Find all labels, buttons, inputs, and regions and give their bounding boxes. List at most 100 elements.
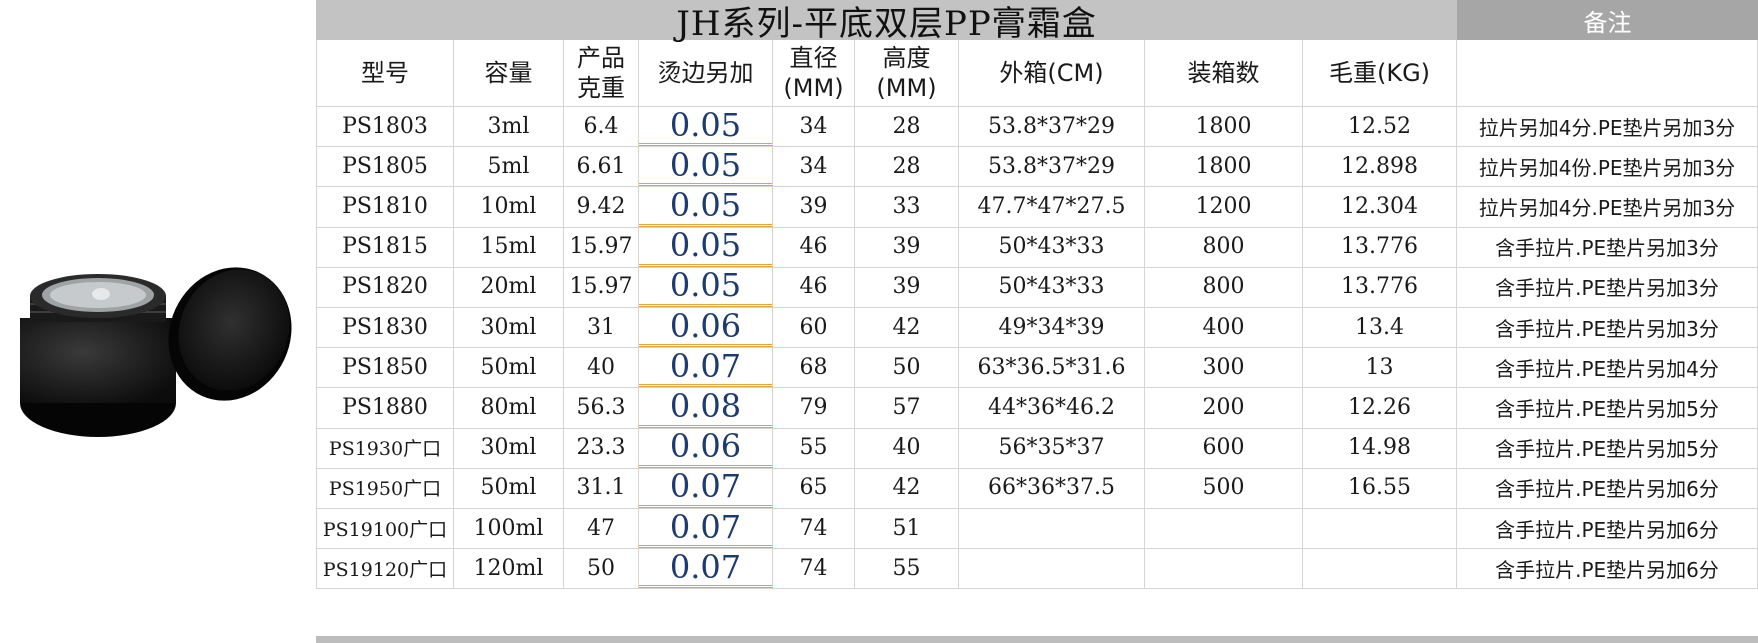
cell-hot-edge: 0.07 — [639, 508, 773, 549]
cell-weight: 31 — [564, 307, 639, 348]
cell-carton — [959, 548, 1145, 589]
cell-model: PS1950广口 — [316, 467, 454, 508]
cell-capacity: 100ml — [454, 508, 564, 549]
cell-model: PS1803 — [316, 106, 454, 147]
cell-gross: 13.4 — [1303, 307, 1457, 348]
table-row: PS1880 80ml 56.3 0.08 79 57 44*36*46.2 200 12.26… — [316, 387, 1758, 429]
table-row: PS1930广口 30ml 23.3 0.06 55 40 56*35*37 600 14.98… — [316, 427, 1758, 469]
cell-height: 50 — [855, 347, 959, 388]
cell-note: 含手拉片.PE垫片另加5分 — [1457, 427, 1758, 468]
cell-model: PS1810 — [316, 186, 454, 227]
cell-gross: 13 — [1303, 347, 1457, 388]
cell-weight: 31.1 — [564, 467, 639, 508]
header-capacity: 容量 — [454, 40, 564, 106]
cell-gross: 16.55 — [1303, 467, 1457, 508]
cell-diameter: 34 — [773, 146, 855, 187]
cell-weight: 6.61 — [564, 146, 639, 187]
cell-capacity: 3ml — [454, 106, 564, 147]
cell-diameter: 39 — [773, 186, 855, 227]
cell-gross: 13.776 — [1303, 266, 1457, 307]
cell-carton: 49*34*39 — [959, 307, 1145, 348]
cell-height: 57 — [855, 387, 959, 428]
cell-gross: 12.898 — [1303, 146, 1457, 187]
cell-weight: 40 — [564, 347, 639, 388]
cell-note: 拉片另加4分.PE垫片另加3分 — [1457, 106, 1758, 147]
cell-gross: 13.776 — [1303, 226, 1457, 267]
cell-capacity: 10ml — [454, 186, 564, 227]
cell-gross: 12.52 — [1303, 106, 1457, 147]
cell-height: 55 — [855, 548, 959, 589]
cell-qty: 400 — [1145, 307, 1303, 348]
cell-capacity: 80ml — [454, 387, 564, 428]
table-row: PS19100广口 100ml 47 0.07 74 51 含手拉片.PE垫片另加6分 — [316, 508, 1758, 550]
cell-hot-edge: 0.05 — [639, 146, 773, 187]
cell-diameter: 34 — [773, 106, 855, 147]
header-carton: 外箱(CM) — [959, 40, 1145, 106]
cell-model: PS1880 — [316, 387, 454, 428]
cell-carton: 47.7*47*27.5 — [959, 186, 1145, 227]
cell-weight: 15.97 — [564, 226, 639, 267]
cell-model: PS19100广口 — [316, 508, 454, 549]
cell-weight: 9.42 — [564, 186, 639, 227]
table-row: PS1815 15ml 15.97 0.05 46 39 50*43*33 800 13.776… — [316, 226, 1758, 268]
cell-qty: 200 — [1145, 387, 1303, 428]
cell-note: 含手拉片.PE垫片另加6分 — [1457, 467, 1758, 508]
table-row: PS1805 5ml 6.61 0.05 34 28 53.8*37*29 1800 12.89… — [316, 146, 1758, 188]
cell-qty: 800 — [1145, 266, 1303, 307]
cell-capacity: 50ml — [454, 467, 564, 508]
cell-weight: 50 — [564, 548, 639, 589]
cell-qty: 300 — [1145, 347, 1303, 388]
cell-carton: 50*43*33 — [959, 226, 1145, 267]
cell-weight: 47 — [564, 508, 639, 549]
table-row: PS1803 3ml 6.4 0.05 34 28 53.8*37*29 1800 12.52 拉… — [316, 106, 1758, 148]
product-photo — [20, 267, 292, 437]
cell-note: 含手拉片.PE垫片另加3分 — [1457, 307, 1758, 348]
cell-hot-edge: 0.05 — [639, 106, 773, 147]
cell-carton — [959, 508, 1145, 549]
cell-note: 含手拉片.PE垫片另加3分 — [1457, 266, 1758, 307]
cell-height: 42 — [855, 307, 959, 348]
cell-diameter: 46 — [773, 226, 855, 267]
cell-diameter: 68 — [773, 347, 855, 388]
cell-note: 拉片另加4份.PE垫片另加3分 — [1457, 146, 1758, 187]
cell-height: 39 — [855, 266, 959, 307]
cell-capacity: 120ml — [454, 548, 564, 589]
cell-qty: 1800 — [1145, 146, 1303, 187]
cell-qty: 1800 — [1145, 106, 1303, 147]
cell-gross — [1303, 508, 1457, 549]
cell-model: PS1930广口 — [316, 427, 454, 468]
cell-carton: 66*36*37.5 — [959, 467, 1145, 508]
cell-height: 42 — [855, 467, 959, 508]
cell-hot-edge: 0.06 — [639, 427, 773, 468]
cell-hot-edge: 0.05 — [639, 186, 773, 227]
cell-gross: 12.26 — [1303, 387, 1457, 428]
cell-diameter: 79 — [773, 387, 855, 428]
cell-gross — [1303, 548, 1457, 589]
cell-hot-edge: 0.07 — [639, 548, 773, 589]
cell-note: 含手拉片.PE垫片另加6分 — [1457, 508, 1758, 549]
header-height: 高度 (MM) — [855, 40, 959, 106]
cell-qty: 800 — [1145, 226, 1303, 267]
cell-qty: 1200 — [1145, 186, 1303, 227]
cell-height: 51 — [855, 508, 959, 549]
cell-height: 40 — [855, 427, 959, 468]
header-diameter: 直径 (MM) — [773, 40, 855, 106]
cell-capacity: 5ml — [454, 146, 564, 187]
table-row: PS1850 50ml 40 0.07 68 50 63*36.5*31.6 300 13 含手拉… — [316, 347, 1758, 389]
cell-capacity: 20ml — [454, 266, 564, 307]
cell-hot-edge: 0.08 — [639, 387, 773, 428]
table-bottom-border — [316, 636, 1758, 643]
cell-height: 28 — [855, 106, 959, 147]
cell-capacity: 30ml — [454, 307, 564, 348]
cell-height: 28 — [855, 146, 959, 187]
cell-qty — [1145, 548, 1303, 589]
cell-model: PS1805 — [316, 146, 454, 187]
table-row: PS1810 10ml 9.42 0.05 39 33 47.7*47*27.5 1200 12… — [316, 186, 1758, 228]
cell-hot-edge: 0.06 — [639, 307, 773, 348]
cell-diameter: 60 — [773, 307, 855, 348]
cell-diameter: 46 — [773, 266, 855, 307]
cell-gross: 14.98 — [1303, 427, 1457, 468]
table-row: PS19120广口 120ml 50 0.07 74 55 含手拉片.PE垫片另加6分 — [316, 548, 1758, 590]
cell-weight: 15.97 — [564, 266, 639, 307]
cell-note: 含手拉片.PE垫片另加5分 — [1457, 387, 1758, 428]
